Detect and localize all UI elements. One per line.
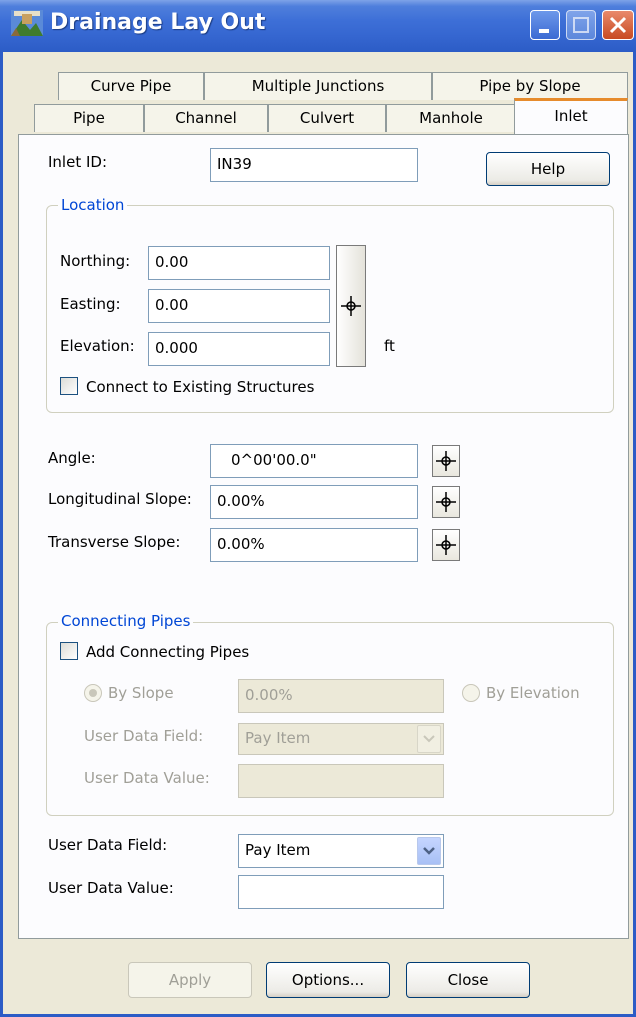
connecting-user-data-field-label: User Data Field: (84, 727, 204, 745)
by-slope-label: By Slope (108, 684, 174, 702)
elevation-unit: ft (384, 337, 395, 355)
by-elevation-label: By Elevation (486, 684, 580, 702)
connecting-user-data-value-input[interactable] (238, 764, 444, 798)
northing-label: Northing: (60, 252, 131, 270)
tab-culvert[interactable]: Culvert (268, 104, 386, 132)
northing-input[interactable]: 0.00 (148, 246, 330, 280)
transverse-slope-label: Transverse Slope: (48, 533, 181, 551)
tab-pipe-by-slope[interactable]: Pipe by Slope (432, 72, 628, 100)
connecting-pipes-legend: Connecting Pipes (58, 612, 194, 630)
add-connecting-pipes-checkbox[interactable] (60, 642, 78, 660)
connecting-user-data-field-select[interactable]: Pay Item (238, 723, 444, 755)
elevation-label: Elevation: (60, 337, 135, 355)
pick-transverse-slope-button[interactable] (432, 529, 460, 561)
easting-input[interactable]: 0.00 (148, 289, 330, 323)
apply-button[interactable]: Apply (128, 962, 252, 998)
crosshair-icon (436, 451, 456, 471)
tab-curve-pipe[interactable]: Curve Pipe (58, 72, 204, 100)
connect-existing-checkbox[interactable] (60, 377, 78, 395)
options-button[interactable]: Options... (266, 962, 390, 998)
user-data-value-label: User Data Value: (48, 879, 174, 897)
close-icon (609, 16, 627, 34)
add-connecting-pipes-label: Add Connecting Pipes (86, 643, 250, 661)
crosshair-icon (436, 492, 456, 512)
connecting-user-data-value-label: User Data Value: (84, 769, 210, 787)
tab-multiple-junctions[interactable]: Multiple Junctions (204, 72, 432, 100)
maximize-icon (573, 17, 589, 33)
app-icon (11, 10, 43, 36)
transverse-slope-input[interactable]: 0.00% (210, 528, 418, 562)
tab-pipe[interactable]: Pipe (34, 104, 144, 132)
crosshair-icon (436, 535, 456, 555)
angle-input[interactable]: 0^00'00.0" (210, 444, 418, 478)
pick-location-button[interactable] (336, 245, 366, 367)
minimize-icon (539, 29, 549, 33)
longitudinal-slope-input[interactable]: 0.00% (210, 485, 418, 519)
by-slope-radio[interactable] (84, 684, 102, 702)
chevron-down-icon (417, 837, 441, 865)
window-title: Drainage Lay Out (50, 10, 266, 35)
minimize-button[interactable] (530, 10, 560, 40)
elevation-input[interactable]: 0.000 (148, 332, 330, 366)
connect-existing-label: Connect to Existing Structures (86, 378, 315, 396)
connecting-user-data-field-value: Pay Item (245, 729, 311, 747)
pick-angle-button[interactable] (432, 445, 460, 477)
inlet-id-label: Inlet ID: (48, 153, 108, 171)
crosshair-icon (341, 296, 361, 316)
user-data-field-value: Pay Item (245, 841, 311, 859)
tab-manhole[interactable]: Manhole (386, 104, 516, 132)
help-button[interactable]: Help (486, 152, 610, 186)
connecting-slope-input[interactable]: 0.00% (238, 679, 444, 713)
tab-inlet[interactable]: Inlet (514, 98, 628, 134)
tab-channel[interactable]: Channel (144, 104, 268, 132)
location-legend: Location (58, 196, 128, 214)
close-button[interactable]: Close (406, 962, 530, 998)
close-window-button[interactable] (602, 10, 634, 40)
chevron-down-icon (417, 725, 441, 753)
angle-label: Angle: (48, 449, 96, 467)
pick-longitudinal-slope-button[interactable] (432, 486, 460, 518)
by-elevation-radio[interactable] (462, 684, 480, 702)
user-data-field-label: User Data Field: (48, 836, 168, 854)
longitudinal-slope-label: Longitudinal Slope: (48, 490, 192, 508)
user-data-field-select[interactable]: Pay Item (238, 834, 444, 868)
easting-label: Easting: (60, 295, 121, 313)
inlet-id-input[interactable]: IN39 (210, 148, 418, 182)
maximize-button[interactable] (566, 10, 596, 40)
user-data-value-input[interactable] (238, 875, 444, 909)
